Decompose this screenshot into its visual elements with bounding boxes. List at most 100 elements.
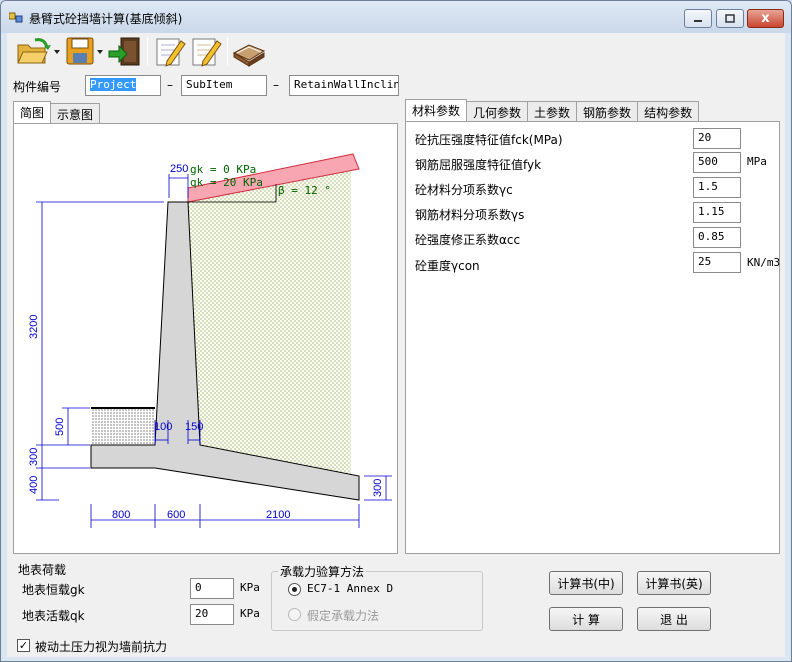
maximize-icon bbox=[725, 14, 735, 23]
material-panel: 砼抗压强度特征值fck(MPa) 20 钢筋屈服强度特征值fyk 500 MPa… bbox=[405, 121, 780, 554]
left-tabstrip: 简图 示意图 bbox=[13, 101, 101, 123]
help-button[interactable] bbox=[231, 35, 267, 67]
gamma-c-label: 砼材料分项系数γc bbox=[415, 183, 513, 197]
app-window: 悬臂式砼挡墙计算(基底倾斜) x 构件编号 Project – SubItem … bbox=[0, 0, 792, 662]
component-label: 构件编号 bbox=[13, 80, 62, 94]
front-soil bbox=[91, 408, 155, 445]
gamma-c-value: 1.5 bbox=[698, 180, 718, 193]
tab-rebar[interactable]: 钢筋参数 bbox=[576, 101, 639, 121]
gamma-s-input[interactable]: 1.15 bbox=[693, 202, 741, 223]
report-cn-button[interactable]: 计算书(中) bbox=[549, 571, 623, 595]
right-tabstrip: 材料参数 几何参数 土参数 钢筋参数 结构参数 bbox=[405, 99, 700, 121]
tab-diagram[interactable]: 简图 bbox=[13, 101, 52, 123]
exit-door-icon bbox=[108, 37, 140, 66]
book-icon bbox=[232, 44, 266, 67]
edit-note-icon bbox=[156, 38, 186, 67]
tab-soil[interactable]: 土参数 bbox=[527, 101, 578, 121]
tab-material[interactable]: 材料参数 bbox=[405, 99, 468, 121]
gamma-con-label: 砼重度γcon bbox=[415, 259, 480, 273]
dead-load-unit: KPa bbox=[240, 581, 260, 594]
fyk-input[interactable]: 500 bbox=[693, 152, 741, 173]
gamma-con-input[interactable]: 25 bbox=[693, 252, 741, 273]
dim-heel-length: 2100 bbox=[266, 509, 290, 521]
fyk-value: 500 bbox=[698, 155, 718, 168]
passive-pressure-checkbox[interactable]: ✓ bbox=[17, 639, 30, 652]
dead-load-label: 地表恒载gk bbox=[22, 583, 85, 597]
check-icon: ✓ bbox=[18, 639, 29, 652]
surface-load-title: 地表荷载 bbox=[16, 561, 69, 578]
save-icon bbox=[66, 37, 103, 65]
dead-load-value: 0 bbox=[195, 581, 202, 594]
minimize-button[interactable] bbox=[684, 9, 712, 28]
beta-label: β = 12 ° bbox=[278, 184, 331, 197]
project-input[interactable]: Project bbox=[85, 75, 161, 96]
exit-button[interactable]: 退 出 bbox=[637, 607, 711, 631]
bearing-method-group: 承载力验算方法 EC7-1 Annex D 假定承载力法 bbox=[271, 563, 483, 631]
edit-note-2-icon bbox=[192, 38, 222, 67]
component-name-input[interactable]: RetainWallIncline‹ bbox=[289, 75, 399, 96]
qk-label: qk = 20 KPa bbox=[190, 176, 263, 189]
live-load-label: 地表活载qk bbox=[22, 609, 85, 623]
diagram-panel: β = 12 ° gk = 0 KPa qk = 20 KPa 250 3200… bbox=[13, 123, 398, 554]
live-load-value: 20 bbox=[195, 607, 209, 620]
tab-structure[interactable]: 结构参数 bbox=[637, 101, 700, 121]
separator-dash: – bbox=[167, 78, 173, 92]
ec7-label: EC7-1 Annex D bbox=[307, 582, 394, 595]
gk-label: gk = 0 KPa bbox=[190, 163, 256, 176]
title-bar[interactable]: 悬臂式砼挡墙计算(基底倾斜) x bbox=[1, 1, 791, 33]
alpha-cc-label: 砼强度修正系数αcc bbox=[415, 233, 521, 247]
dim-base-thickness: 400 bbox=[28, 476, 40, 494]
minimize-icon bbox=[694, 19, 702, 22]
toolbar-separator bbox=[227, 37, 228, 65]
dim-front-soil: 500 bbox=[54, 418, 66, 436]
exit-toolbar-button[interactable] bbox=[107, 35, 143, 67]
open-folder-icon bbox=[17, 38, 60, 64]
dim-wall-height: 3200 bbox=[28, 315, 40, 339]
wall-diagram: β = 12 ° gk = 0 KPa qk = 20 KPa 250 3200… bbox=[28, 153, 392, 528]
gamma-c-input[interactable]: 1.5 bbox=[693, 177, 741, 198]
passive-pressure-label: 被动土压力视为墙前抗力 bbox=[35, 640, 168, 654]
surface-load-group: 地表荷载 地表恒载gk 0 KPa 地表活载qk 20 KPa bbox=[13, 561, 267, 631]
live-load-input[interactable]: 20 bbox=[190, 604, 234, 625]
live-load-unit: KPa bbox=[240, 607, 260, 620]
assumed-capacity-label: 假定承载力法 bbox=[307, 609, 380, 623]
component-name-value: RetainWallIncline bbox=[294, 78, 399, 91]
edit-button[interactable] bbox=[153, 35, 187, 67]
tab-schematic[interactable]: 示意图 bbox=[50, 103, 101, 123]
fyk-unit: MPa bbox=[747, 155, 767, 168]
toolbar-separator bbox=[147, 37, 148, 65]
close-button[interactable]: x bbox=[747, 9, 784, 28]
gamma-con-unit: KN/m3 bbox=[747, 256, 781, 269]
separator-dash: – bbox=[273, 78, 279, 92]
dim-stem-front: 100 bbox=[154, 421, 172, 433]
project-value: Project bbox=[90, 78, 137, 91]
alpha-cc-input[interactable]: 0.85 bbox=[693, 227, 741, 248]
assumed-capacity-radio[interactable] bbox=[288, 608, 301, 621]
dim-toe-thickness: 300 bbox=[28, 448, 40, 466]
ec7-radio[interactable] bbox=[288, 583, 301, 596]
open-button[interactable] bbox=[15, 35, 61, 67]
tab-geometry[interactable]: 几何参数 bbox=[466, 101, 529, 121]
dim-stem-back: 150 bbox=[185, 421, 203, 433]
client-area: 构件编号 Project – SubItem – RetainWallIncli… bbox=[7, 33, 785, 657]
dim-heel-end: 300 bbox=[372, 479, 384, 497]
edit-2-button[interactable] bbox=[189, 35, 223, 67]
save-button[interactable] bbox=[63, 35, 105, 67]
app-icon bbox=[9, 12, 23, 23]
fyk-label: 钢筋屈服强度特征值fyk bbox=[415, 158, 542, 172]
maximize-button[interactable] bbox=[716, 9, 744, 28]
report-en-button[interactable]: 计算书(英) bbox=[637, 571, 711, 595]
dead-load-input[interactable]: 0 bbox=[190, 578, 234, 599]
close-icon: x bbox=[761, 11, 770, 26]
dim-stem-length: 600 bbox=[167, 509, 185, 521]
window-title: 悬臂式砼挡墙计算(基底倾斜) bbox=[29, 12, 183, 26]
fck-input[interactable]: 20 bbox=[693, 128, 741, 149]
subitem-input[interactable]: SubItem bbox=[181, 75, 267, 96]
calculate-button[interactable]: 计 算 bbox=[549, 607, 623, 631]
dim-toe-length: 800 bbox=[112, 509, 130, 521]
alpha-cc-value: 0.85 bbox=[698, 230, 725, 243]
fck-label: 砼抗压强度特征值fck(MPa) bbox=[415, 133, 563, 147]
dim-top-width: 250 bbox=[170, 163, 188, 175]
gamma-con-value: 25 bbox=[698, 255, 712, 268]
fck-value: 20 bbox=[698, 131, 712, 144]
